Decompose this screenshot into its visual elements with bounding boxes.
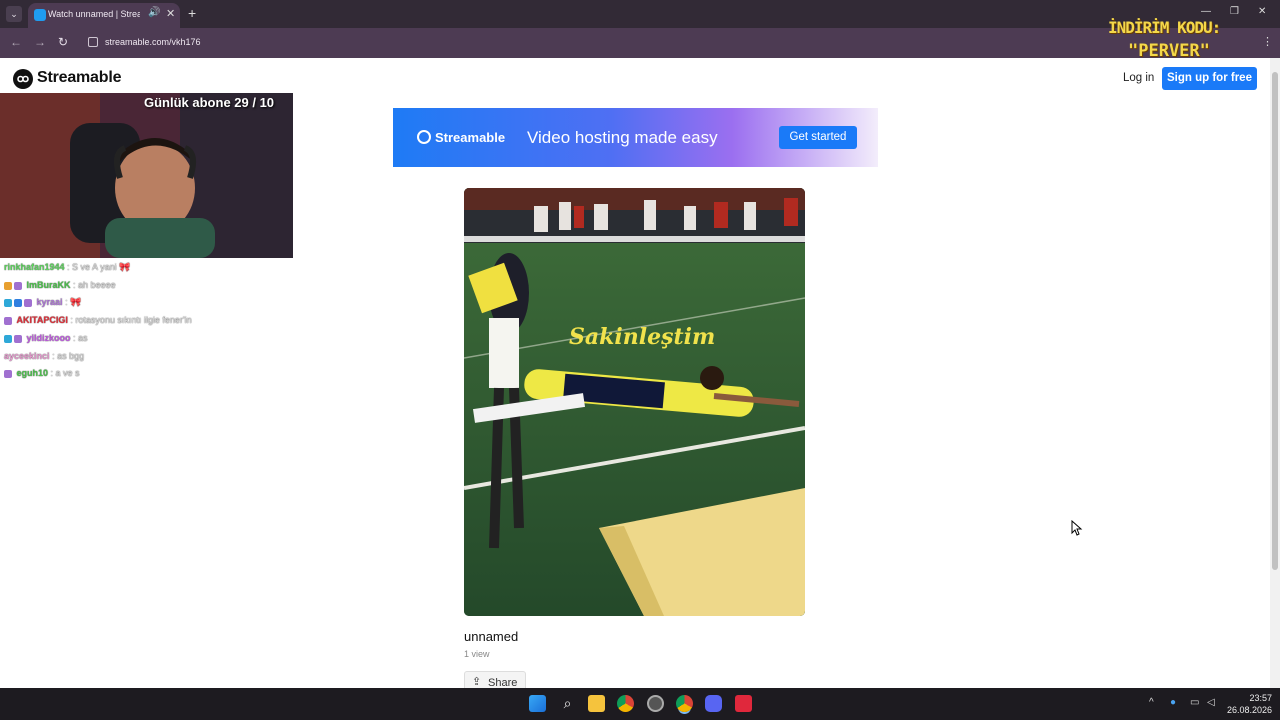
- site-info-icon[interactable]: [88, 37, 98, 47]
- reload-icon[interactable]: ↻: [58, 35, 68, 49]
- network-icon[interactable]: ▭: [1190, 697, 1199, 708]
- streamable-logo-icon[interactable]: [13, 69, 33, 89]
- chat-badge-icon: [4, 298, 12, 307]
- address-bar[interactable]: streamable.com/vkh176: [105, 37, 201, 47]
- chat-username: ImBuraKK: [26, 280, 71, 290]
- view-count: 1 view: [464, 649, 490, 659]
- chat-badge-icon: [24, 298, 32, 307]
- scrollbar-thumb[interactable]: [1272, 72, 1278, 570]
- banner-tagline: Video hosting made easy: [527, 128, 718, 147]
- taskbar-date[interactable]: 26.08.2026: [1224, 705, 1272, 715]
- promo-line-1: İNDİRİM KODU:: [1108, 18, 1221, 37]
- chat-message: eguh10 : a ve s: [4, 368, 80, 378]
- mouse-cursor-icon: [1071, 520, 1083, 536]
- tab-search-button[interactable]: ⌄: [6, 6, 22, 22]
- chat-username: yildizkooo: [26, 333, 71, 343]
- taskbar-time[interactable]: 23:57: [1238, 693, 1272, 703]
- browser-toolbar: ← → ↻ streamable.com/vkh176 ⋮: [0, 28, 1280, 58]
- tab-close-icon[interactable]: ✕: [166, 7, 175, 20]
- browser-tab-active[interactable]: Watch unnamed | Streamable 🔊 ✕: [28, 3, 180, 28]
- app-icon[interactable]: [735, 695, 752, 712]
- promo-banner[interactable]: Streamable Video hosting made easy Get s…: [393, 108, 878, 167]
- chat-badge-icon: [14, 334, 22, 343]
- chat-message: yildizkooo : as: [4, 333, 88, 343]
- file-explorer-icon[interactable]: [588, 695, 605, 712]
- tab-title: Watch unnamed | Streamable: [48, 9, 140, 19]
- volume-icon[interactable]: ◁: [1207, 697, 1215, 708]
- chat-badge-icon: [14, 281, 22, 290]
- chat-message: rinkhafan1944 : S ve A yani 🎀: [4, 262, 130, 273]
- streamable-favicon-icon: [34, 9, 46, 21]
- chat-message: AKITAPCIGI : rotasyonu sıkıntı ilgie fen…: [4, 315, 192, 325]
- chat-text: : 🎀: [65, 297, 82, 307]
- window-close-icon[interactable]: ✕: [1258, 6, 1266, 17]
- windows-start-icon[interactable]: [529, 695, 546, 712]
- chat-badge-icon: [14, 298, 22, 307]
- page-scrollbar[interactable]: [1270, 58, 1280, 688]
- tray-chevron-icon[interactable]: ^: [1149, 697, 1154, 708]
- windows-taskbar: ⌕ ^ ● ▭ ◁ 23:57 26.08.2026: [0, 688, 1280, 720]
- chat-username: eguh10: [16, 368, 49, 378]
- streamer-webcam: Günlük abone 29 / 10: [0, 93, 293, 258]
- browser-menu-icon[interactable]: ⋮: [1262, 35, 1273, 48]
- chat-badge-icon: [4, 369, 12, 378]
- video-title: unnamed: [464, 629, 519, 644]
- chat-message: ImBuraKK : ah beeee: [4, 280, 116, 290]
- chat-message: kyraai : 🎀: [4, 297, 81, 308]
- chat-text: : a ve s: [50, 368, 80, 378]
- discord-icon[interactable]: [705, 695, 722, 712]
- microphone-icon[interactable]: ●: [1170, 697, 1176, 708]
- chat-text: : S ve A yani 🎀: [67, 262, 131, 272]
- forward-arrow-icon[interactable]: →: [34, 35, 46, 49]
- get-started-button[interactable]: Get started: [779, 126, 857, 149]
- streamable-logo-icon: [417, 130, 431, 144]
- chat-username: kyraai: [36, 297, 63, 307]
- video-frame-image: [464, 188, 805, 616]
- chat-username: rinkhafan1944: [4, 262, 65, 272]
- chat-message: ayceekinci : as bgg: [4, 351, 84, 361]
- chat-text: : as bgg: [52, 351, 85, 361]
- chat-badge-icon: [4, 316, 12, 325]
- share-icon: ⇪: [472, 676, 482, 688]
- promo-line-2: "PERVER": [1128, 41, 1210, 61]
- video-caption-text: Sakinleştim: [569, 324, 716, 350]
- chrome-icon[interactable]: [617, 695, 634, 712]
- promo-code-overlay: İNDİRİM KODU: "PERVER": [1100, 10, 1245, 61]
- chat-username: ayceekinci: [4, 351, 50, 361]
- new-tab-button[interactable]: +: [188, 5, 196, 21]
- back-arrow-icon[interactable]: ←: [10, 35, 22, 49]
- streamable-logo-text[interactable]: Streamable: [37, 69, 121, 87]
- signup-button[interactable]: Sign up for free: [1162, 67, 1257, 90]
- webcam-image: [0, 93, 293, 258]
- chat-username: AKITAPCIGI: [16, 315, 68, 325]
- speaker-icon[interactable]: 🔊: [148, 7, 160, 18]
- daily-sub-goal: Günlük abone 29 / 10: [144, 95, 275, 110]
- chat-text: : as: [73, 333, 88, 343]
- chat-badge-icon: [4, 334, 12, 343]
- banner-brand: Streamable: [435, 130, 506, 145]
- search-icon[interactable]: ⌕: [559, 695, 576, 712]
- browser-tab-strip: ⌄ Watch unnamed | Streamable 🔊 ✕ + — ❐ ✕: [0, 0, 1280, 28]
- chat-text: : ah beeee: [73, 280, 116, 290]
- chat-text: : rotasyonu sıkıntı ilgie fener'in: [70, 315, 192, 325]
- login-link[interactable]: Log in: [1123, 72, 1154, 84]
- video-player[interactable]: Sakinleştim: [464, 188, 805, 616]
- chat-badge-icon: [4, 281, 12, 290]
- obs-icon[interactable]: [647, 695, 664, 712]
- chrome-active-icon[interactable]: [676, 695, 693, 712]
